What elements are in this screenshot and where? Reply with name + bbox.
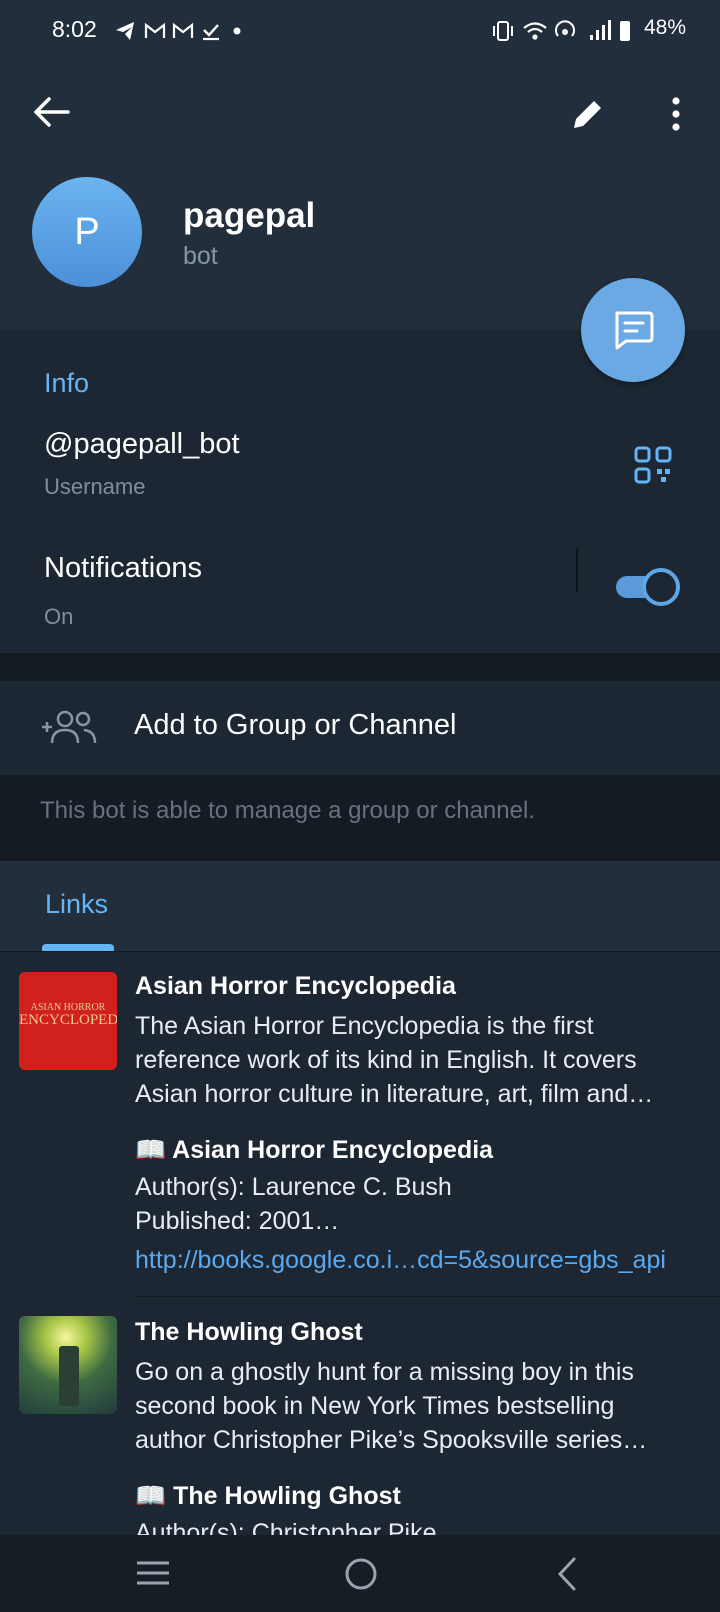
wifi-icon: [523, 22, 547, 40]
avatar: P: [32, 177, 142, 287]
vibrate-icon: [493, 21, 513, 41]
notifications-row[interactable]: Notifications On: [0, 530, 720, 642]
username-row[interactable]: @pagepall_bot Username: [0, 410, 720, 520]
username-label: Username: [44, 474, 146, 499]
navigation-bar: [0, 1535, 720, 1612]
divider: [576, 548, 578, 592]
tab-indicator: [42, 944, 114, 951]
task-icon: [203, 24, 219, 41]
avatar-letter: P: [74, 210, 100, 253]
book-thumbnail: [19, 1316, 117, 1414]
home-icon[interactable]: [342, 1555, 380, 1593]
battery-icon: [620, 21, 630, 41]
book-title: 📖 Asian Horror Encyclopedia: [135, 1136, 494, 1164]
telegram-icon: [116, 22, 241, 41]
notifications-toggle[interactable]: [614, 568, 680, 606]
bot-hint-panel: This bot is able to manage a group or ch…: [0, 775, 720, 861]
toggle-thumb: [642, 568, 680, 606]
desc-line: Go on a ghostly hunt for a missing boy i…: [135, 1358, 634, 1386]
signal-icon: [590, 20, 611, 40]
book-title: 📖 The Howling Ghost: [135, 1482, 401, 1510]
qr-code-button[interactable]: [634, 446, 672, 484]
add-to-group-button[interactable]: Add to Group or Channel: [0, 681, 720, 775]
notification-icons: [114, 18, 254, 44]
message-icon: [615, 311, 654, 350]
username-value: @pagepall_bot: [44, 428, 240, 460]
desc-line: Asian horror culture in literature, art,…: [135, 1080, 654, 1108]
book-thumbnail: ASIAN HORROR ENCYCLOPEDIA: [19, 972, 117, 1070]
back-button[interactable]: [30, 90, 74, 134]
notifications-label: Notifications: [44, 552, 202, 584]
send-message-button[interactable]: [581, 278, 685, 382]
desc-line: author Christopher Pike’s Spooksville se…: [135, 1426, 648, 1454]
tab-links[interactable]: Links: [45, 889, 108, 920]
more-vertical-icon: [672, 97, 680, 131]
pencil-icon: [574, 101, 601, 128]
link-title: Asian Horror Encyclopedia: [135, 972, 456, 1000]
profile-name: pagepal: [183, 196, 316, 235]
link-item[interactable]: ASIAN HORROR ENCYCLOPEDIA Asian Horror E…: [0, 952, 720, 1296]
link-url[interactable]: http://books.google.co.i…cd=5&source=gbs…: [135, 1246, 666, 1275]
link-description: The Asian Horror Encyclopedia is the fir…: [135, 1009, 653, 1111]
gmail-icon: [144, 22, 166, 38]
lighthouse-shape: [59, 1346, 79, 1406]
link-title: The Howling Ghost: [135, 1318, 363, 1346]
system-icons: [492, 18, 632, 44]
dot-icon: [233, 27, 241, 35]
back-arrow-icon: [34, 97, 70, 127]
status-bar: 8:02 48%: [0, 0, 720, 62]
link-item[interactable]: The Howling Ghost Go on a ghostly hunt f…: [0, 1296, 720, 1535]
menu-icon[interactable]: [135, 1557, 171, 1589]
notifications-status: On: [44, 604, 74, 629]
add-to-group-label: Add to Group or Channel: [134, 709, 457, 741]
edit-button[interactable]: [566, 92, 610, 136]
book-author: Author(s): Christopher Pike: [135, 1519, 437, 1535]
info-section-title: Info: [44, 368, 90, 398]
qr-code-icon: [634, 446, 672, 484]
section-separator: [0, 653, 720, 681]
status-time: 8:02: [52, 16, 97, 42]
thumb-title-bottom: ENCYCLOPEDIA: [19, 1012, 117, 1028]
book-published: Published: 2001…: [135, 1207, 340, 1235]
hotspot-icon: [555, 20, 575, 37]
desc-line: reference work of its kind in English. I…: [135, 1046, 637, 1074]
gmail-icon: [172, 22, 194, 38]
back-nav-icon[interactable]: [552, 1555, 582, 1593]
link-description: Go on a ghostly hunt for a missing boy i…: [135, 1355, 647, 1457]
battery-percent: 48%: [643, 16, 686, 39]
media-tabs: Links: [0, 861, 720, 952]
bot-hint-text: This bot is able to manage a group or ch…: [40, 797, 535, 824]
add-users-icon: [42, 710, 97, 744]
desc-line: The Asian Horror Encyclopedia is the fir…: [135, 1012, 594, 1040]
profile-subtitle: bot: [183, 242, 218, 270]
book-author: Author(s): Laurence C. Bush: [135, 1173, 452, 1201]
more-options-button[interactable]: [654, 92, 698, 136]
desc-line: second book in New York Times bestsellin…: [135, 1392, 615, 1420]
